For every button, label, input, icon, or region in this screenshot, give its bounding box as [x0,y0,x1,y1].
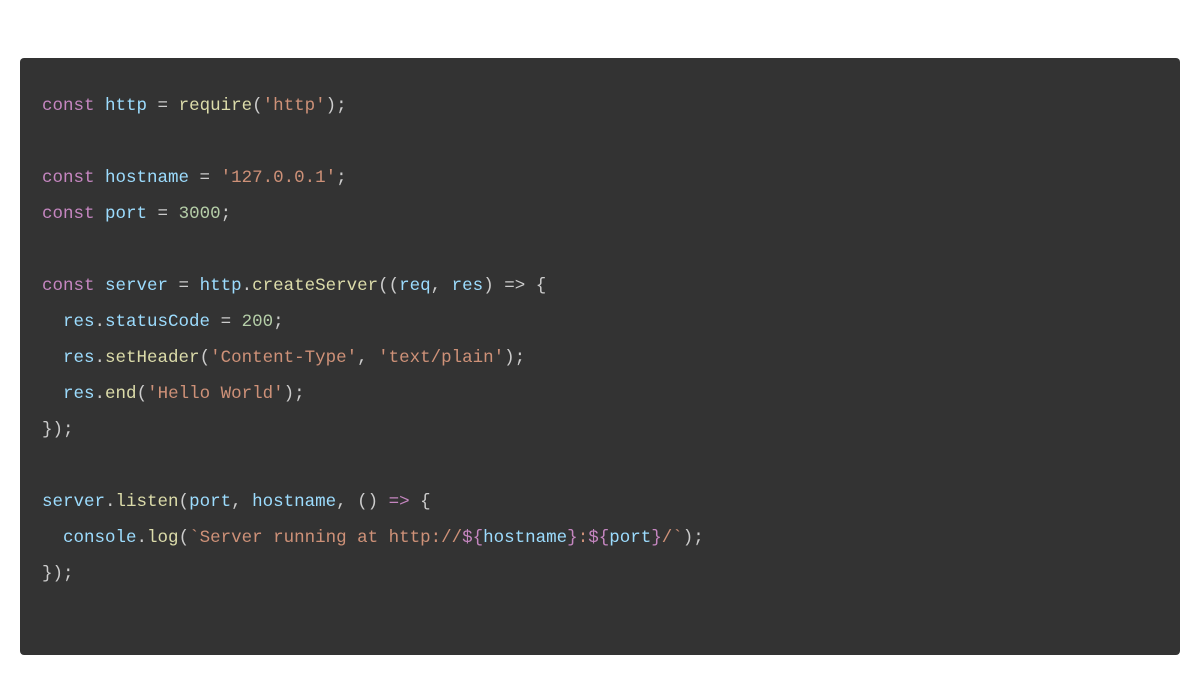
code-line-12: server.listen(port, hostname, () => { [42,492,431,512]
code-line-3: const hostname = '127.0.0.1'; [42,168,347,188]
code-line-6: const server = http.createServer((req, r… [42,276,546,296]
code-line-9: res.end('Hello World'); [42,384,305,404]
code-line-10: }); [42,420,74,440]
code-line-7: res.statusCode = 200; [42,312,284,332]
code-line-14: }); [42,564,74,584]
code-line-8: res.setHeader('Content-Type', 'text/plai… [42,348,525,368]
code-line-1: const http = require('http'); [42,96,347,116]
code-line-4: const port = 3000; [42,204,231,224]
code-block: const http = require('http'); const host… [20,58,1180,655]
code-line-13: console.log(`Server running at http://${… [42,528,704,548]
